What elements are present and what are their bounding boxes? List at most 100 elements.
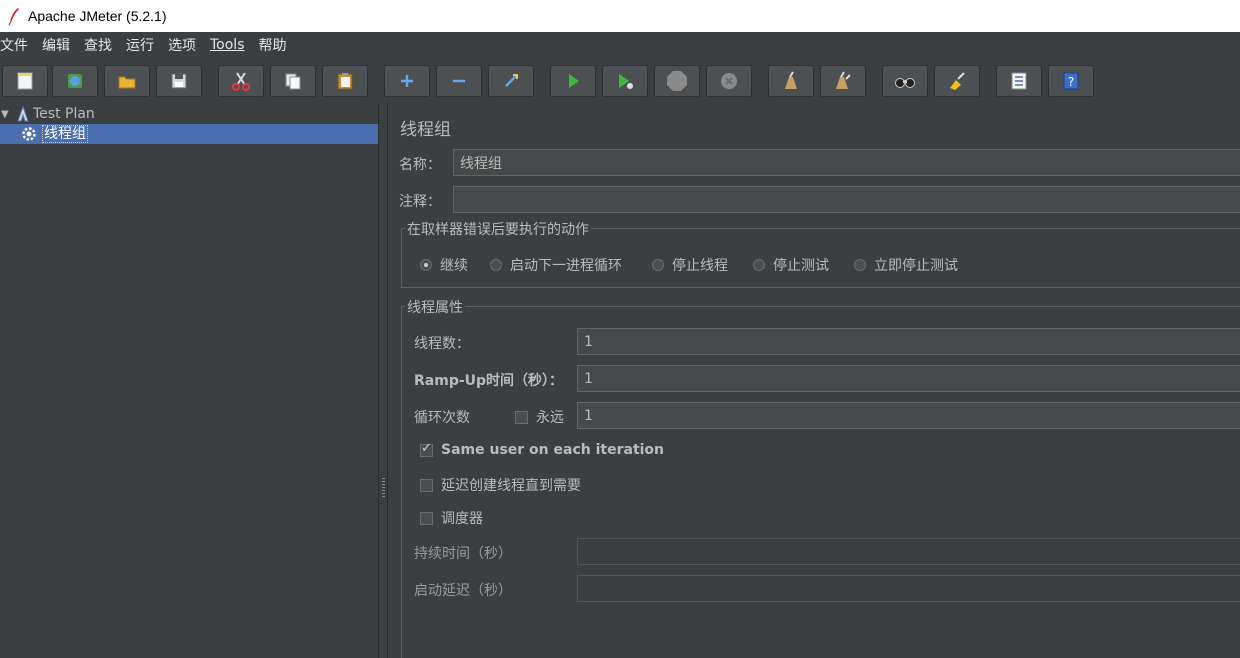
radio-continue-dot[interactable] bbox=[420, 259, 432, 271]
delay-thread-creation-checkbox[interactable]: 延迟创建线程直到需要 bbox=[420, 475, 581, 495]
menu-tools[interactable]: Tools bbox=[210, 37, 245, 53]
copy-icon bbox=[285, 73, 301, 90]
expand-icon bbox=[401, 75, 413, 87]
toggle-button[interactable] bbox=[488, 65, 534, 97]
cut-icon bbox=[232, 72, 250, 91]
panel-splitter[interactable] bbox=[378, 103, 388, 658]
menu-file[interactable]: 文件 bbox=[0, 35, 28, 55]
menu-run[interactable]: 运行 bbox=[126, 35, 154, 55]
radio-stop-thread-dot[interactable] bbox=[652, 259, 664, 271]
function-helper-icon bbox=[1011, 72, 1027, 90]
svg-text:?: ? bbox=[1068, 75, 1074, 89]
new-button[interactable] bbox=[2, 65, 48, 97]
rampup-input[interactable]: 1 bbox=[577, 365, 1240, 392]
duration-input[interactable] bbox=[577, 538, 1240, 565]
reset-search-icon bbox=[950, 72, 965, 90]
menu-help[interactable]: 帮助 bbox=[259, 35, 287, 55]
name-label: 名称： bbox=[399, 157, 441, 173]
comment-input[interactable] bbox=[453, 186, 1240, 213]
forever-checkbox-box[interactable] bbox=[515, 410, 528, 424]
paste-button[interactable] bbox=[322, 65, 368, 97]
menu-edit[interactable]: 编辑 bbox=[42, 35, 70, 55]
function-helper-button[interactable] bbox=[996, 65, 1042, 97]
title-bar: Apache JMeter (5.2.1) bbox=[0, 0, 1240, 32]
error-action-group-title: 在取样器错误后要执行的动作 bbox=[405, 219, 591, 239]
radio-start-next-loop[interactable]: 启动下一进程循环 bbox=[490, 255, 622, 275]
expand-all-button[interactable] bbox=[384, 65, 430, 97]
tree-node-test-plan[interactable]: ▼ Test Plan bbox=[0, 104, 378, 124]
copy-button[interactable] bbox=[270, 65, 316, 97]
tree-expand-arrow-icon[interactable]: ▼ bbox=[1, 109, 13, 120]
search-button[interactable] bbox=[882, 65, 928, 97]
radio-stop-thread-label: 停止线程 bbox=[672, 258, 728, 274]
collapse-all-button[interactable] bbox=[436, 65, 482, 97]
new-icon bbox=[17, 72, 33, 90]
radio-continue[interactable]: 继续 bbox=[420, 255, 468, 275]
scheduler-label: 调度器 bbox=[441, 511, 483, 527]
startup-delay-input[interactable] bbox=[577, 575, 1240, 602]
radio-continue-label: 继续 bbox=[440, 258, 468, 274]
same-user-checkbox[interactable]: Same user on each iteration bbox=[420, 441, 665, 458]
templates-icon bbox=[68, 74, 82, 88]
delay-thread-creation-label: 延迟创建线程直到需要 bbox=[441, 478, 581, 494]
thread-properties-group-title: 线程属性 bbox=[405, 297, 465, 317]
save-icon bbox=[171, 73, 187, 89]
start-no-pause-icon bbox=[619, 74, 634, 90]
search-icon bbox=[895, 78, 915, 88]
radio-stop-thread[interactable]: 停止线程 bbox=[652, 255, 728, 275]
radio-start-next-loop-dot[interactable] bbox=[490, 259, 502, 271]
menu-search[interactable]: 查找 bbox=[84, 35, 112, 55]
start-button[interactable] bbox=[550, 65, 596, 97]
radio-stop-test-now-label: 立即停止测试 bbox=[874, 258, 958, 274]
thread-group-panel: 线程组 名称： 线程组 注释： 在取样器错误后要执行的动作 继续 启动下一进程循… bbox=[389, 103, 1240, 658]
tree-label-test-plan: Test Plan bbox=[33, 106, 95, 122]
forever-checkbox[interactable]: 永远 bbox=[515, 407, 564, 427]
menu-options[interactable]: 选项 bbox=[168, 35, 196, 55]
help-icon: ? bbox=[1063, 72, 1079, 90]
loop-count-input[interactable]: 1 bbox=[577, 402, 1240, 429]
clear-icon bbox=[785, 71, 797, 89]
shutdown-icon bbox=[721, 73, 737, 89]
threads-input[interactable]: 1 bbox=[577, 328, 1240, 355]
stop-button[interactable] bbox=[654, 65, 700, 97]
duration-label: 持续时间（秒） bbox=[414, 546, 512, 562]
comment-label: 注释： bbox=[399, 194, 441, 210]
clear-all-button[interactable] bbox=[820, 65, 866, 97]
clear-all-icon bbox=[836, 71, 851, 89]
same-user-label: Same user on each iteration bbox=[441, 442, 665, 458]
tree-node-thread-group[interactable]: 线程组 bbox=[0, 124, 378, 144]
radio-stop-test-dot[interactable] bbox=[753, 259, 765, 271]
radio-stop-test[interactable]: 停止测试 bbox=[753, 255, 829, 275]
splitter-grip[interactable] bbox=[382, 478, 385, 498]
stop-icon bbox=[667, 71, 687, 91]
rampup-label: Ramp-Up时间（秒）： bbox=[414, 373, 564, 389]
cut-button[interactable] bbox=[218, 65, 264, 97]
menu-bar: 文件 编辑 查找 运行 选项 Tools 帮助 bbox=[0, 32, 1240, 58]
scheduler-checkbox-box[interactable] bbox=[420, 511, 433, 525]
toolbar: ? bbox=[0, 59, 1240, 103]
radio-start-next-loop-label: 启动下一进程循环 bbox=[510, 258, 622, 274]
clear-button[interactable] bbox=[768, 65, 814, 97]
test-plan-icon bbox=[13, 106, 33, 122]
radio-stop-test-now-dot[interactable] bbox=[854, 259, 866, 271]
test-plan-tree[interactable]: ▼ Test Plan 线程组 bbox=[0, 103, 378, 658]
start-icon bbox=[569, 74, 579, 88]
save-button[interactable] bbox=[156, 65, 202, 97]
page-title: 线程组 bbox=[400, 120, 451, 140]
templates-button[interactable] bbox=[52, 65, 98, 97]
open-icon bbox=[118, 76, 136, 89]
scheduler-checkbox[interactable]: 调度器 bbox=[420, 508, 483, 528]
start-no-pauses-button[interactable] bbox=[602, 65, 648, 97]
radio-stop-test-now[interactable]: 立即停止测试 bbox=[854, 255, 958, 275]
shutdown-button[interactable] bbox=[706, 65, 752, 97]
help-button[interactable]: ? bbox=[1048, 65, 1094, 97]
name-input[interactable]: 线程组 bbox=[453, 149, 1240, 176]
jmeter-feather-icon bbox=[0, 0, 28, 32]
threads-label: 线程数： bbox=[414, 336, 470, 352]
open-button[interactable] bbox=[104, 65, 150, 97]
reset-search-button[interactable] bbox=[934, 65, 980, 97]
collapse-icon bbox=[453, 79, 465, 83]
radio-stop-test-label: 停止测试 bbox=[773, 258, 829, 274]
same-user-checkbox-box[interactable] bbox=[420, 441, 433, 457]
delay-thread-creation-checkbox-box[interactable] bbox=[420, 478, 433, 492]
